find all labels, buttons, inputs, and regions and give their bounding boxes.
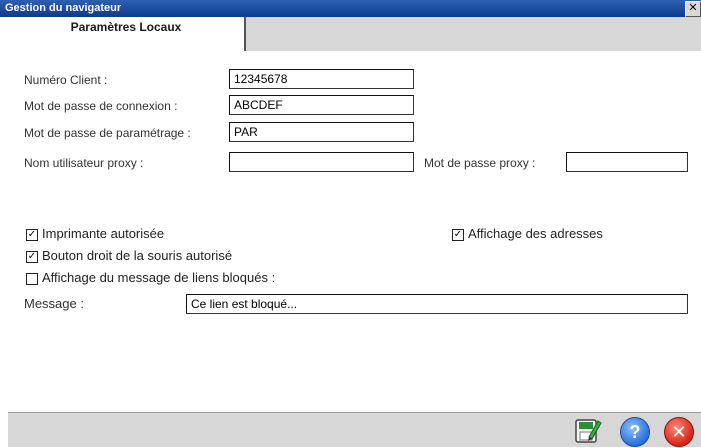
settings-password-label: Mot de passe de paramétrage : (24, 126, 191, 140)
right-click-label: Bouton droit de la souris autorisé (42, 248, 233, 263)
blocked-message-label: Affichage du message de liens bloqués : (42, 270, 276, 285)
show-addresses-label: Affichage des adresses (468, 226, 603, 241)
tab-label: Paramètres Locaux (70, 20, 182, 34)
tab-strip: Paramètres Locaux (8, 17, 701, 51)
login-password-label: Mot de passe de connexion : (24, 99, 178, 113)
show-addresses-checkbox[interactable]: ✓ (452, 229, 464, 241)
proxy-user-field[interactable] (229, 152, 414, 172)
proxy-password-label: Mot de passe proxy : (424, 156, 536, 170)
help-icon: ? (629, 422, 641, 442)
title-bar: Gestion du navigateur ✕ (0, 0, 701, 17)
login-password-field[interactable]: ABCDEF (229, 95, 414, 115)
message-label: Message : (24, 296, 84, 311)
client-number-field[interactable]: 12345678 (229, 69, 414, 89)
save-edit-icon (575, 419, 602, 443)
right-click-checkbox[interactable]: ✓ (26, 251, 38, 263)
proxy-password-field[interactable] (566, 152, 688, 172)
printer-checkbox[interactable]: ✓ (26, 229, 38, 241)
client-number-label: Numéro Client : (24, 73, 108, 87)
save-button[interactable] (572, 415, 602, 445)
blocked-message-checkbox[interactable] (26, 273, 38, 285)
printer-label: Imprimante autorisée (42, 226, 165, 241)
close-button[interactable]: ✕ (685, 1, 701, 17)
proxy-user-label: Nom utilisateur proxy : (24, 156, 144, 170)
message-field[interactable]: Ce lien est bloqué... (186, 294, 688, 314)
settings-password-field[interactable]: PAR (229, 122, 414, 142)
window-title: Gestion du navigateur (5, 2, 122, 14)
help-button[interactable]: ? (620, 417, 650, 447)
cancel-icon: ✕ (671, 422, 687, 442)
close-icon: ✕ (688, 2, 698, 14)
tab-local-settings[interactable]: Paramètres Locaux (8, 17, 246, 51)
cancel-button[interactable]: ✕ (664, 417, 694, 447)
